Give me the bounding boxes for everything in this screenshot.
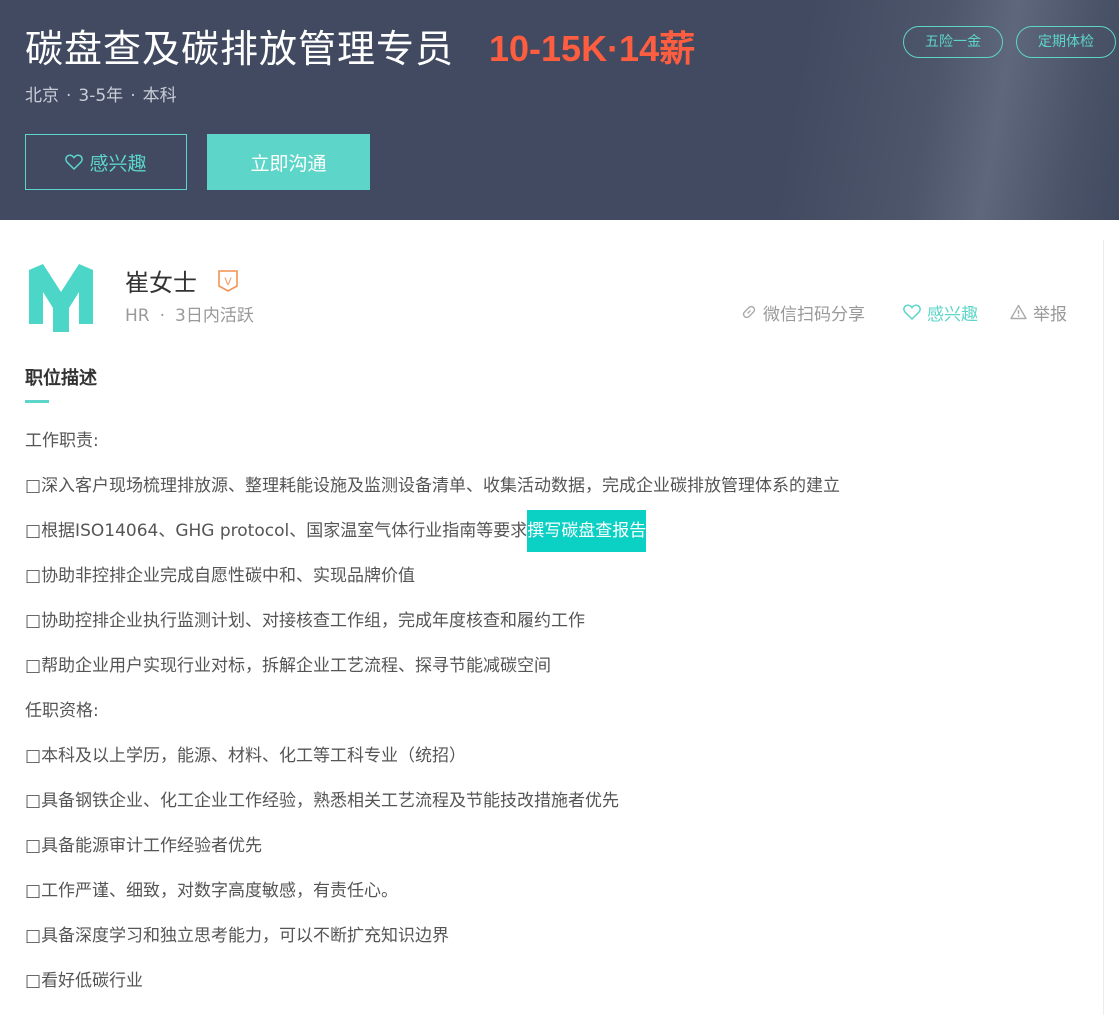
highlighted-text: 撰写碳盘查报告 (527, 510, 647, 552)
bullet: □ (25, 521, 42, 541)
benefit-tag: 定期体检 (1016, 26, 1116, 58)
list-item: □本科及以上学历，能源、材料、化工等工科专业（统招） (25, 746, 467, 766)
recruiter-name: 崔女士 (125, 269, 197, 297)
share-wechat-link[interactable]: 微信扫码分享 (741, 301, 865, 325)
warning-icon (1010, 304, 1027, 320)
verified-badge-icon: V (218, 270, 238, 292)
list-item: □协助非控排企业完成自愿性碳中和、实现品牌价值 (25, 566, 416, 586)
list-item: □看好低碳行业 (25, 971, 144, 991)
report-label: 举报 (1033, 304, 1067, 325)
list-item: □具备钢铁企业、化工企业工作经验，熟悉相关工艺流程及节能技改措施者优先 (25, 791, 620, 811)
separator: · (159, 306, 166, 326)
list-item: □工作严谨、细致，对数字高度敏感，有责任心。 (25, 881, 399, 901)
section-title: 职位描述 (25, 368, 97, 389)
job-header-banner: 碳盘查及碳排放管理专员 10-15K·14薪 北京 · 3-5年 · 本科 五险一金 定… (0, 0, 1119, 220)
interest-button-label: 感兴趣 (89, 152, 147, 175)
bullet: □ (25, 476, 42, 496)
list-item: □根据ISO14064、GHG protocol、国家温室气体行业指南等要求撰写… (25, 510, 1085, 565)
job-experience: 3-5年 (78, 86, 124, 106)
job-title: 碳盘查及碳排放管理专员 (25, 27, 455, 71)
heart-icon (65, 154, 84, 170)
chat-now-label: 立即沟通 (250, 152, 327, 175)
duties-heading: 工作职责: (25, 431, 99, 451)
job-description: 工作职责: □深入客户现场梳理排放源、整理耗能设施及监测设备清单、收集活动数据，… (25, 430, 1085, 1015)
list-item: □协助控排企业执行监测计划、对接核查工作组，完成年度核查和履约工作 (25, 611, 586, 631)
bullet: □ (25, 656, 42, 676)
section-underline (25, 400, 49, 403)
list-item: □具备能源审计工作经验者优先 (25, 836, 263, 856)
list-item: □具备深度学习和独立思考能力，可以不断扩充知识边界 (25, 926, 450, 946)
separator: · (130, 86, 136, 106)
job-meta: 北京 · 3-5年 · 本科 (25, 81, 177, 106)
list-item: □帮助企业用户实现行业对标，拆解企业工艺流程、探寻节能减碳空间 (25, 656, 552, 676)
bullet: □ (25, 791, 42, 811)
benefit-tag: 五险一金 (903, 26, 1003, 58)
job-city: 北京 (25, 86, 59, 106)
bullet: □ (25, 836, 42, 856)
share-label: 微信扫码分享 (763, 304, 865, 325)
divider (1103, 240, 1104, 1015)
recruiter-meta: HR · 3日内活跃 (125, 301, 254, 326)
job-education: 本科 (142, 86, 177, 106)
chat-now-button[interactable]: 立即沟通 (207, 134, 370, 190)
bullet: □ (25, 566, 42, 586)
interest-button[interactable]: 感兴趣 (25, 134, 187, 190)
interest-link[interactable]: 感兴趣 (903, 301, 978, 325)
bullet: □ (25, 611, 42, 631)
interest-link-label: 感兴趣 (927, 304, 978, 325)
bullet: □ (25, 881, 42, 901)
bullet: □ (25, 926, 42, 946)
report-link[interactable]: 举报 (1010, 301, 1067, 325)
company-logo (29, 264, 93, 332)
bullet: □ (25, 746, 42, 766)
bullet: □ (25, 971, 42, 991)
recruiter-role: HR (125, 306, 150, 326)
verified-mark: V (224, 276, 232, 288)
heart-icon (903, 304, 921, 320)
recruiter-active-status: 3日内活跃 (175, 306, 254, 326)
separator: · (66, 86, 72, 106)
link-icon (742, 305, 756, 319)
salary: 10-15K·14薪 (489, 28, 696, 69)
qualifications-heading: 任职资格: (25, 701, 99, 721)
